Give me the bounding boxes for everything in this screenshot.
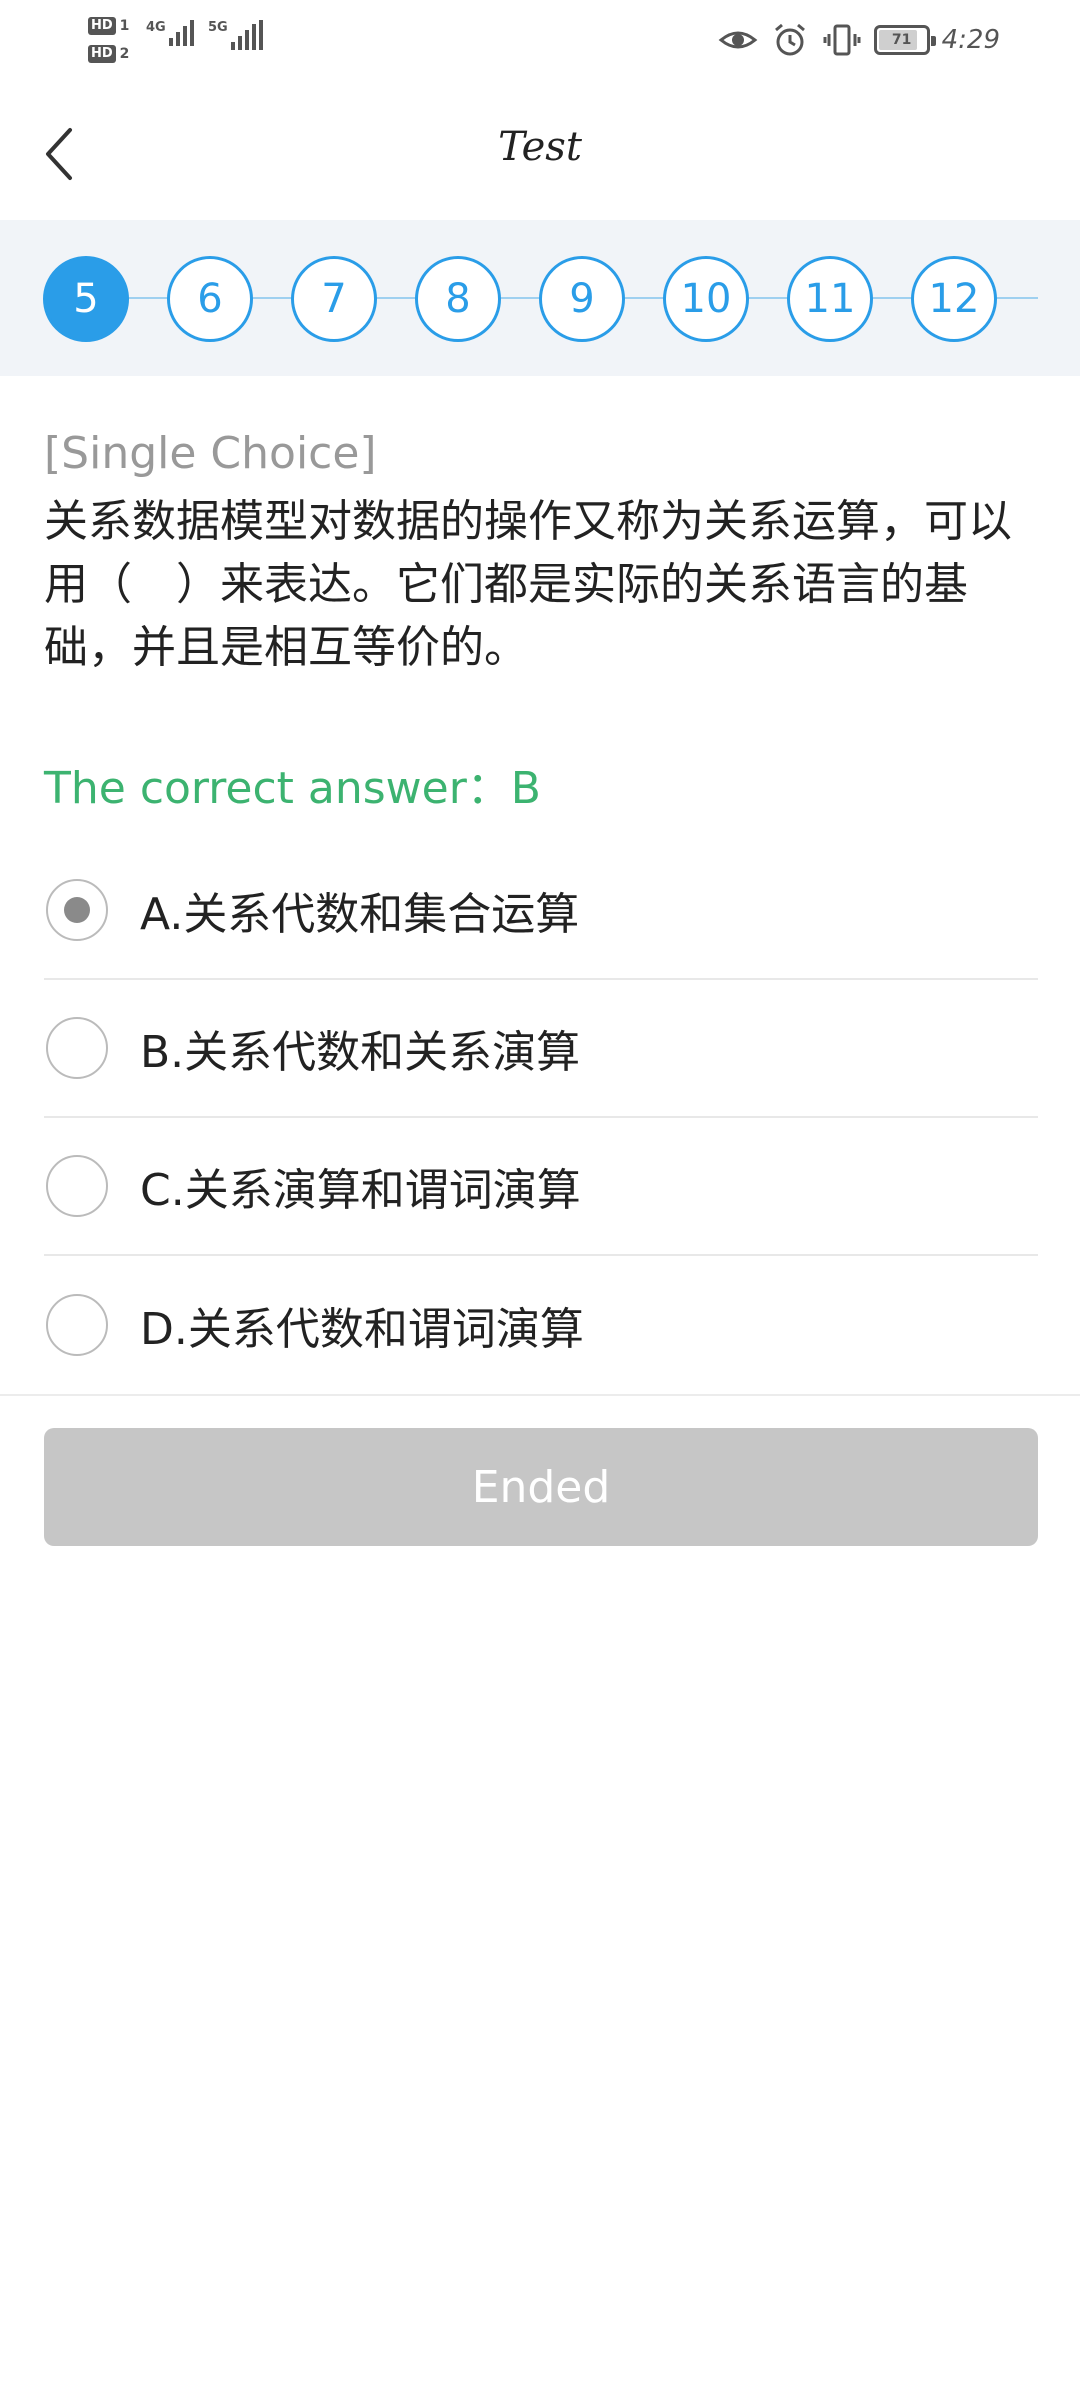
question-navigator: 5 6 7 8 9 10 11 12 [0, 220, 1080, 376]
clock: 4:29 [941, 25, 1000, 55]
question-number-11[interactable]: 11 [787, 256, 873, 342]
network-label-5g: 5G [208, 20, 228, 35]
option-a[interactable]: A.关系代数和集合运算 [44, 842, 1038, 980]
question-number-8[interactable]: 8 [415, 256, 501, 342]
option-c[interactable]: C.关系演算和谓词演算 [44, 1118, 1038, 1256]
radio-button[interactable] [46, 1017, 108, 1079]
app-header: Test [0, 84, 1080, 220]
radio-button[interactable] [46, 1294, 108, 1356]
hd-badge-2: HD [88, 45, 116, 63]
option-d[interactable]: D.关系代数和谓词演算 [44, 1256, 1038, 1394]
signal-5g: 5G [208, 20, 263, 50]
question-number-12[interactable]: 12 [911, 256, 997, 342]
sim-number-2: 2 [119, 46, 130, 62]
sim-number-1: 1 [119, 18, 130, 34]
question-number-7[interactable]: 7 [291, 256, 377, 342]
signal-bars-icon [230, 20, 263, 50]
signal-4g: 4G [146, 20, 194, 46]
question-number-5[interactable]: 5 [43, 256, 129, 342]
option-label: B.关系代数和关系演算 [140, 1027, 581, 1078]
ended-button[interactable]: Ended [44, 1428, 1038, 1546]
question-number-6[interactable]: 6 [167, 256, 253, 342]
question-number-9[interactable]: 9 [539, 256, 625, 342]
battery-icon: 71 [873, 25, 936, 55]
hd-badge-1: HD [88, 17, 116, 35]
option-label: D.关系代数和谓词演算 [140, 1304, 584, 1355]
page-title: Test [498, 124, 582, 170]
alarm-icon [774, 23, 805, 56]
question-text: 关系数据模型对数据的操作又称为关系运算，可以用（ ）来表达。它们都是实际的关系语… [44, 496, 1012, 673]
status-bar: HD 1 HD 2 4G 5G 71 4:29 [0, 0, 1080, 84]
battery-level: 71 [891, 32, 912, 48]
radio-button[interactable] [46, 1155, 108, 1217]
divider [0, 1394, 1080, 1396]
vibrate-icon [823, 24, 861, 56]
option-b[interactable]: B.关系代数和关系演算 [44, 980, 1038, 1118]
eye-icon [718, 31, 757, 49]
signal-bars-icon [168, 20, 194, 46]
radio-button-selected[interactable] [46, 879, 108, 941]
status-icons: 71 4:29 [718, 18, 1000, 62]
option-label: A.关系代数和集合运算 [140, 889, 580, 940]
answer-options: A.关系代数和集合运算 B.关系代数和关系演算 C.关系演算和谓词演算 D.关系… [0, 842, 1080, 1394]
sim-indicators: HD 1 HD 2 [88, 12, 129, 68]
question-number-10[interactable]: 10 [663, 256, 749, 342]
question-type-label: [Single Choice] [44, 428, 377, 479]
correct-answer-label: The correct answer：B [44, 763, 541, 814]
network-label-4g: 4G [146, 20, 166, 35]
option-label: C.关系演算和谓词演算 [140, 1165, 581, 1216]
